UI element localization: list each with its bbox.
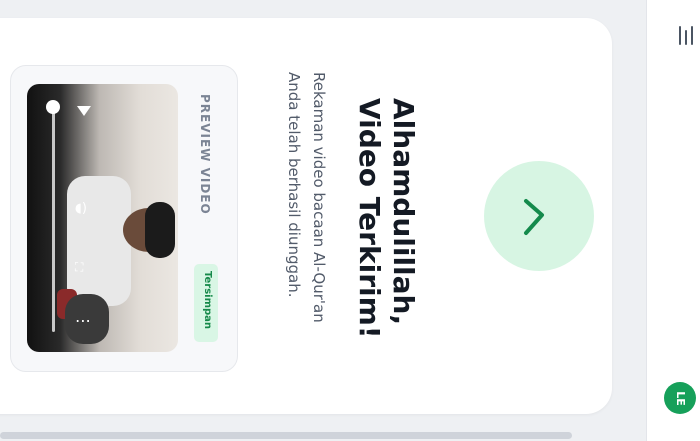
title-line-1: Alhamdulillah, [387,98,420,326]
check-icon [524,199,544,235]
horizontal-scrollbar[interactable] [0,432,572,439]
subtitle-line-1: Rekaman video bacaan Al-Qur'an [310,72,328,323]
more-options-icon[interactable]: ⋯ [75,313,91,329]
volume-icon[interactable]: ◖) [75,202,87,216]
video-player[interactable]: ◖) ⛶ ⋯ [27,84,178,352]
video-frame-cap [145,202,175,258]
title-line-2: Video Terkirim! [353,98,386,339]
fullscreen-icon[interactable]: ⛶ [75,260,83,274]
video-progress-track[interactable] [52,104,55,332]
page-subtitle: Rekaman video bacaan Al-Qur'an Anda tela… [281,72,331,323]
page-title: Alhamdulillah, Video Terkirim! [352,98,420,339]
preview-video-label: PREVIEW VIDEO [198,94,212,215]
status-badge-label: Tersimpan [202,271,213,330]
play-icon[interactable] [77,106,91,116]
video-progress-handle[interactable] [46,100,60,114]
success-check-badge [484,161,594,271]
avatar[interactable]: LE [664,382,696,414]
avatar-initials: LE [673,390,687,406]
video-frame-figure [67,176,131,306]
app-side-rail [646,0,700,441]
menu-icon[interactable] [675,26,697,46]
subtitle-line-2: Anda telah berhasil diunggah. [285,72,303,298]
status-badge: Tersimpan [194,264,218,342]
